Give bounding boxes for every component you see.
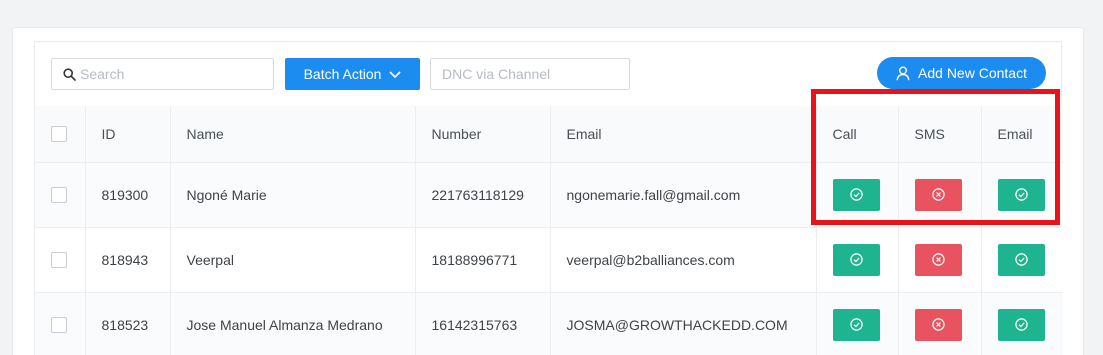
batch-action-button[interactable]: Batch Action	[285, 58, 420, 90]
add-new-contact-button[interactable]: Add New Contact	[877, 57, 1046, 89]
select-all-cell	[35, 106, 86, 163]
call-status-button[interactable]	[832, 243, 880, 276]
row-checkbox[interactable]	[51, 316, 67, 333]
contact-email: JOSMA@GROWTHACKEDD.COM	[550, 292, 817, 355]
chevron-down-icon	[389, 70, 401, 78]
sms-cell	[898, 227, 982, 293]
column-header-number[interactable]: Number	[415, 106, 551, 163]
toolbar: Batch Action Add New Contact	[35, 42, 1061, 106]
column-header-name[interactable]: Name	[170, 106, 416, 163]
search-box[interactable]	[51, 58, 274, 90]
x-circle-icon	[931, 253, 945, 266]
call-status-button[interactable]	[832, 178, 880, 211]
check-circle-icon	[849, 253, 863, 266]
contact-name: Jose Manuel Almanza Medrano	[170, 292, 416, 355]
check-circle-icon	[849, 188, 863, 201]
add-new-contact-label: Add New Contact	[918, 65, 1027, 81]
column-header-call: Call	[816, 106, 899, 163]
table-row[interactable]: 818523 Jose Manuel Almanza Medrano 1614231…	[35, 292, 1063, 355]
table-row[interactable]: 818943 Veerpal 18188996771 veerpal@b2ballia…	[35, 227, 1063, 293]
row-select-cell	[35, 292, 86, 355]
table-header-row: ID Name Number Email Call SMS Email	[35, 106, 1063, 163]
column-header-email[interactable]: Email	[550, 106, 817, 163]
call-cell	[816, 227, 899, 293]
email-channel-status-button[interactable]	[997, 178, 1045, 211]
sms-status-button[interactable]	[914, 308, 962, 341]
dnc-channel-input[interactable]	[442, 59, 622, 89]
contact-name: Ngoné Marie	[170, 162, 416, 228]
search-input[interactable]	[80, 59, 270, 89]
call-cell	[816, 292, 899, 355]
contact-id: 819300	[85, 162, 171, 228]
contact-number: 221763118129	[415, 162, 551, 228]
row-checkbox[interactable]	[51, 186, 67, 203]
table-row[interactable]: 819300 Ngoné Marie 221763118129 ngonemarie.…	[35, 162, 1063, 228]
row-select-cell	[35, 227, 86, 293]
check-circle-icon	[1014, 188, 1028, 201]
dnc-channel-field[interactable]	[430, 58, 630, 90]
select-all-checkbox[interactable]	[51, 125, 67, 142]
contact-id: 818943	[85, 227, 171, 293]
contact-number: 16142315763	[415, 292, 551, 355]
row-select-cell	[35, 162, 86, 228]
sms-cell	[898, 292, 982, 355]
batch-action-label: Batch Action	[303, 66, 382, 82]
contact-id: 818523	[85, 292, 171, 355]
column-header-id[interactable]: ID	[85, 106, 171, 163]
row-checkbox[interactable]	[51, 251, 67, 268]
sms-status-button[interactable]	[914, 178, 962, 211]
user-icon	[896, 66, 910, 80]
email-channel-cell	[981, 162, 1063, 228]
contact-email: veerpal@b2balliances.com	[550, 227, 817, 293]
search-icon	[63, 68, 76, 81]
contact-email: ngonemarie.fall@gmail.com	[550, 162, 817, 228]
contacts-panel: Batch Action Add New Contact	[34, 41, 1063, 355]
contacts-table: ID Name Number Email Call SMS Email 8193…	[35, 106, 1063, 355]
contacts-card: Batch Action Add New Contact	[12, 27, 1084, 355]
check-circle-icon	[849, 318, 863, 331]
contact-number: 18188996771	[415, 227, 551, 293]
email-channel-status-button[interactable]	[997, 308, 1045, 341]
check-circle-icon	[1014, 253, 1028, 266]
sms-cell	[898, 162, 982, 228]
sms-status-button[interactable]	[914, 243, 962, 276]
email-channel-cell	[981, 227, 1063, 293]
email-channel-status-button[interactable]	[997, 243, 1045, 276]
column-header-sms: SMS	[898, 106, 982, 163]
column-header-email-channel: Email	[981, 106, 1063, 163]
call-cell	[816, 162, 899, 228]
contact-name: Veerpal	[170, 227, 416, 293]
call-status-button[interactable]	[832, 308, 880, 341]
email-channel-cell	[981, 292, 1063, 355]
x-circle-icon	[931, 318, 945, 331]
x-circle-icon	[931, 188, 945, 201]
check-circle-icon	[1014, 318, 1028, 331]
